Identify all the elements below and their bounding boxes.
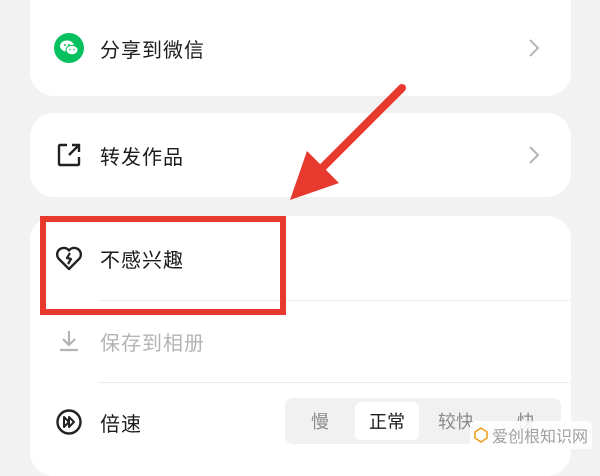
watermark: 爱创根知识网 [469,421,592,449]
share-to-wechat-row[interactable]: 分享到微信 [30,0,571,96]
forward-card: 转发作品 [30,113,571,197]
forward-work-row[interactable]: 转发作品 [30,113,571,197]
share-card: 分享到微信 [30,0,571,96]
playback-speed-label: 倍速 [100,411,142,436]
share-to-wechat-label: 分享到微信 [100,37,205,62]
annotation-highlight-box [40,216,286,315]
speed-option-slow[interactable]: 慢 [289,402,351,440]
fast-forward-icon [54,407,84,437]
watermark-logo-icon [474,427,488,443]
wechat-icon [54,33,84,63]
chevron-right-icon [527,36,541,60]
share-external-icon [54,140,84,170]
download-icon [54,326,84,356]
watermark-text: 爱创根知识网 [491,427,588,446]
speed-option-normal[interactable]: 正常 [355,402,419,440]
chevron-right-icon [527,143,541,167]
save-to-album-label: 保存到相册 [100,330,205,355]
forward-work-label: 转发作品 [100,144,184,169]
